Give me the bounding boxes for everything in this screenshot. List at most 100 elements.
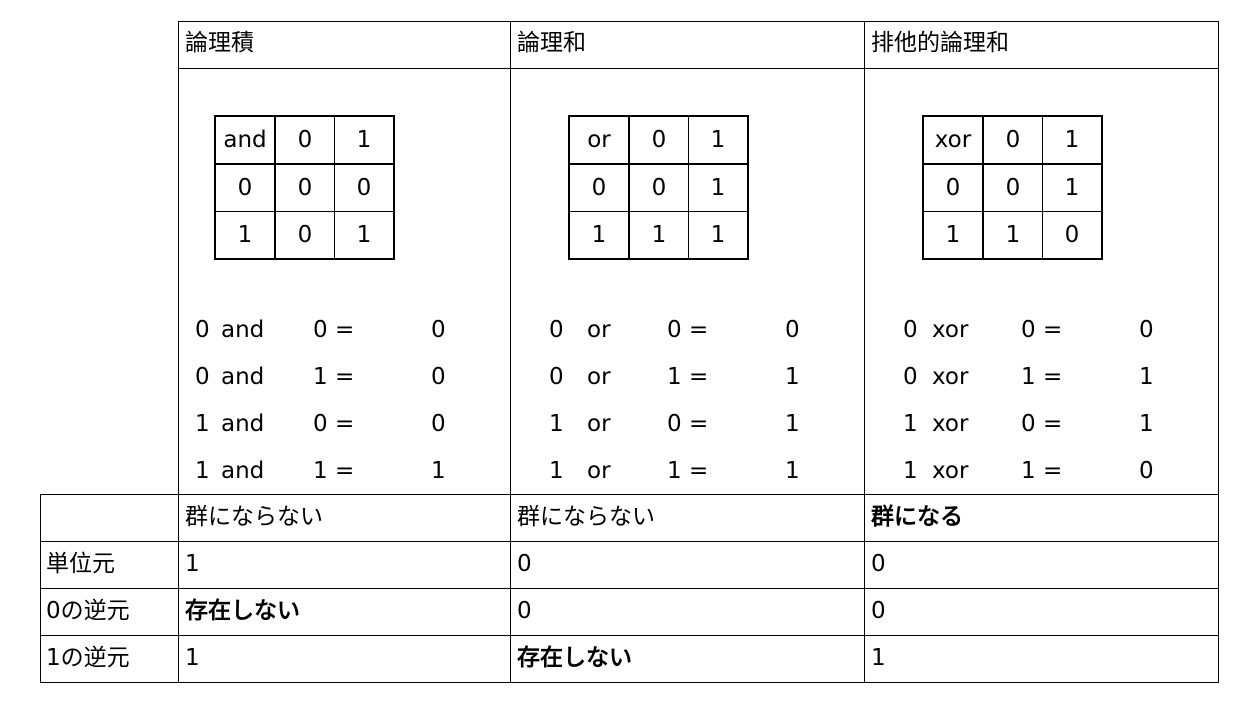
inverse-of-1-and: 1: [185, 645, 200, 671]
eq-operand-a: 0: [903, 317, 918, 343]
truth-table-cell: 1: [688, 163, 749, 212]
inverse-of-1-xor: 1: [871, 645, 886, 671]
grid-col-divider: [510, 21, 511, 683]
eq-operand-a: 1: [903, 458, 918, 484]
truth-table-cell: 0: [1042, 211, 1103, 260]
truth-table-xor: xor 0 1 0 0 1 1 1 0: [922, 115, 1103, 260]
eq-operand-a: 1: [549, 411, 564, 437]
grid-top-border: [178, 21, 1219, 22]
eq-operator: and: [221, 317, 265, 343]
eq-operand-b: 0 =: [667, 317, 709, 343]
truth-table-col-head: 1: [334, 115, 395, 165]
truth-table-cell: 1: [628, 211, 689, 260]
eq-operator: and: [221, 458, 265, 484]
identity-and: 1: [185, 551, 200, 577]
truth-table-cell: 0: [628, 163, 689, 212]
grid-col-divider: [864, 21, 865, 683]
truth-table-cell: 1: [1042, 163, 1103, 212]
eq-operator: or: [587, 458, 611, 484]
eq-result: 1: [431, 458, 446, 484]
identity-or: 0: [517, 551, 532, 577]
truth-table-corner: or: [568, 115, 630, 165]
row-label-inverse-of-0: 0の逆元: [46, 598, 130, 624]
eq-operator: xor: [932, 317, 969, 343]
eq-operand-b: 1 =: [1021, 364, 1063, 390]
truth-table-and: and 0 1 0 0 0 1 0 1: [214, 115, 395, 260]
eq-operand-b: 0 =: [1021, 317, 1063, 343]
eq-operand-b: 0 =: [313, 411, 355, 437]
identity-xor: 0: [871, 551, 886, 577]
group-status-or: 群にならない: [517, 504, 655, 530]
eq-operator: or: [587, 317, 611, 343]
eq-result: 0: [431, 411, 446, 437]
grid-row-divider: [40, 588, 1219, 589]
truth-table-col-head: 1: [688, 115, 749, 165]
eq-operand-b: 1 =: [313, 364, 355, 390]
eq-result: 1: [785, 411, 800, 437]
group-status-xor: 群になる: [871, 504, 963, 530]
eq-result: 0: [431, 364, 446, 390]
eq-operator: or: [587, 411, 611, 437]
truth-table-col-head: 1: [1042, 115, 1103, 165]
eq-result: 1: [1139, 364, 1154, 390]
eq-operand-a: 0: [903, 364, 918, 390]
truth-table-cell: 0: [982, 163, 1043, 212]
eq-result: 0: [785, 317, 800, 343]
eq-operand-a: 1: [549, 458, 564, 484]
truth-table-row-head: 0: [922, 163, 984, 212]
truth-table-cell: 1: [334, 211, 395, 260]
truth-table-corner: xor: [922, 115, 984, 165]
eq-operator: xor: [932, 411, 969, 437]
eq-operator: and: [221, 411, 265, 437]
header-logical-or: 論理和: [517, 30, 586, 56]
row-label-identity: 単位元: [46, 551, 115, 577]
eq-result: 1: [1139, 411, 1154, 437]
grid-summary-top: [40, 494, 1219, 495]
eq-result: 0: [431, 317, 446, 343]
truth-table-corner: and: [214, 115, 276, 165]
truth-table-col-head: 0: [628, 115, 689, 165]
eq-result: 1: [785, 364, 800, 390]
eq-operator: or: [587, 364, 611, 390]
grid-row-divider: [40, 541, 1219, 542]
eq-result: 0: [1139, 317, 1154, 343]
eq-operand-a: 1: [903, 411, 918, 437]
inverse-of-0-xor: 0: [871, 598, 886, 624]
truth-table-row-head: 1: [568, 211, 630, 260]
inverse-of-1-or: 存在しない: [517, 645, 632, 671]
eq-result: 0: [1139, 458, 1154, 484]
eq-operand-a: 0: [549, 317, 564, 343]
truth-table-row-head: 0: [214, 163, 276, 212]
truth-table-col-head: 0: [274, 115, 335, 165]
grid-row-divider: [40, 635, 1219, 636]
eq-operand-b: 1 =: [1021, 458, 1063, 484]
header-logical-and: 論理積: [185, 30, 254, 56]
eq-operand-b: 0 =: [313, 317, 355, 343]
eq-operator: xor: [932, 458, 969, 484]
truth-table-cell: 1: [688, 211, 749, 260]
truth-table-row-head: 1: [214, 211, 276, 260]
eq-operand-b: 0 =: [667, 411, 709, 437]
row-label-inverse-of-1: 1の逆元: [46, 645, 130, 671]
group-status-and: 群にならない: [185, 504, 323, 530]
eq-operand-b: 0 =: [1021, 411, 1063, 437]
grid-left-border: [40, 494, 41, 683]
truth-table-row-head: 0: [568, 163, 630, 212]
eq-operand-a: 0: [195, 317, 210, 343]
eq-operand-a: 0: [195, 364, 210, 390]
inverse-of-0-or: 0: [517, 598, 532, 624]
eq-result: 1: [785, 458, 800, 484]
grid-bottom-border: [40, 682, 1219, 683]
truth-table-row-head: 1: [922, 211, 984, 260]
truth-table-cell: 0: [274, 163, 335, 212]
eq-operator: and: [221, 364, 265, 390]
eq-operand-a: 1: [195, 458, 210, 484]
truth-table-col-head: 0: [982, 115, 1043, 165]
grid-header-divider: [178, 68, 1219, 69]
eq-operator: xor: [932, 364, 969, 390]
inverse-of-0-and: 存在しない: [185, 598, 300, 624]
truth-table-cell: 0: [334, 163, 395, 212]
eq-operand-b: 1 =: [667, 458, 709, 484]
truth-table-cell: 1: [982, 211, 1043, 260]
truth-table-cell: 0: [274, 211, 335, 260]
